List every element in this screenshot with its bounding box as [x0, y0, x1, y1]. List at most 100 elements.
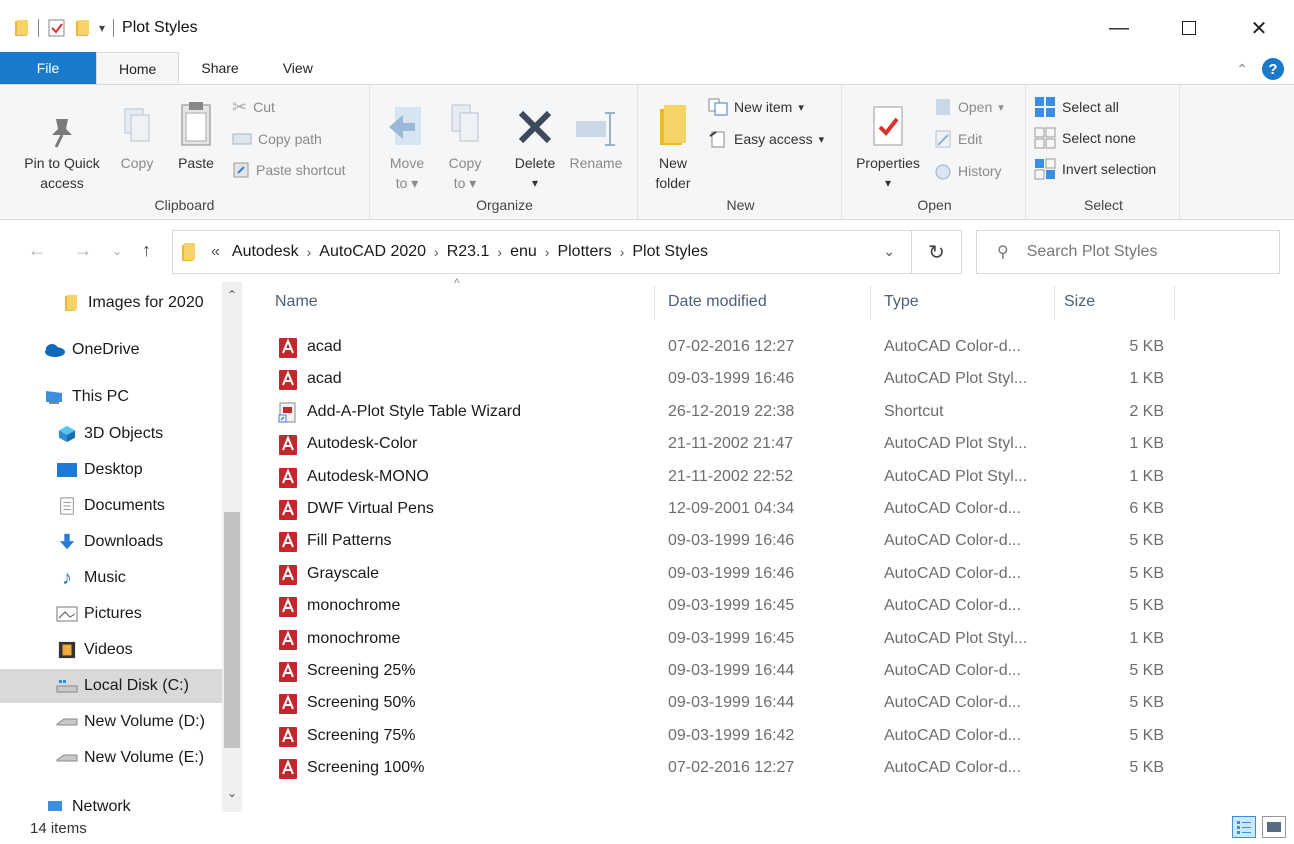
pin-to-quick-access-button[interactable]: Pin to Quick access: [14, 93, 110, 193]
column-header-size[interactable]: Size: [1064, 282, 1164, 322]
sidebar-item-images-for-2020[interactable]: Images for 2020: [0, 286, 222, 320]
recent-locations-button[interactable]: ⌄: [112, 244, 122, 258]
history-button[interactable]: History: [934, 159, 1002, 183]
search-box[interactable]: ⚲ Search Plot Styles: [976, 230, 1280, 274]
rename-button[interactable]: Rename: [566, 93, 626, 173]
maximize-button[interactable]: [1154, 0, 1224, 56]
close-button[interactable]: ✕: [1224, 0, 1294, 56]
table-row[interactable]: Autodesk-MONO 21-11-2002 22:52 AutoCAD Plo…: [262, 462, 1262, 494]
easy-access-button[interactable]: Easy access ▾: [708, 127, 824, 151]
table-row[interactable]: monochrome 09-03-1999 16:45 AutoCAD Plot S…: [262, 624, 1262, 656]
breadcrumb-autocad-2020[interactable]: AutoCAD 2020: [319, 243, 426, 261]
column-divider[interactable]: [1054, 286, 1055, 320]
breadcrumb-plot-styles[interactable]: Plot Styles: [632, 243, 708, 261]
column-divider[interactable]: [654, 286, 655, 320]
cut-button[interactable]: ✂ Cut: [232, 95, 275, 119]
properties-button[interactable]: Properties ▾: [848, 93, 928, 193]
table-row[interactable]: acad 09-03-1999 16:46 AutoCAD Plot Styl...…: [262, 364, 1262, 396]
table-row[interactable]: Grayscale 09-03-1999 16:46 AutoCAD Color-d…: [262, 559, 1262, 591]
breadcrumb-enu[interactable]: enu: [510, 243, 537, 261]
sidebar-item-new-volume-e[interactable]: New Volume (E:): [0, 741, 222, 775]
breadcrumb-plotters[interactable]: Plotters: [557, 243, 611, 261]
details-view-button[interactable]: [1232, 816, 1256, 838]
breadcrumb-r23-1[interactable]: R23.1: [447, 243, 490, 261]
sidebar-item-network[interactable]: Network: [0, 790, 222, 812]
address-dropdown-icon[interactable]: ⌄: [883, 243, 895, 260]
forward-button[interactable]: →: [74, 240, 92, 261]
history-icon: [935, 164, 951, 180]
scroll-up-icon[interactable]: ⌃: [222, 288, 242, 302]
customize-qat-icon[interactable]: ▾: [99, 21, 105, 35]
move-to-button[interactable]: Move to ▾: [382, 93, 432, 193]
chevron-right-icon[interactable]: ›: [545, 244, 550, 260]
copy-path-button[interactable]: Copy path: [232, 127, 322, 151]
sidebar-item-documents[interactable]: Documents: [0, 489, 222, 523]
sidebar-item-music[interactable]: ♪ Music: [0, 561, 222, 595]
table-row[interactable]: Autodesk-Color 21-11-2002 21:47 AutoCAD Pl…: [262, 429, 1262, 461]
help-icon[interactable]: ?: [1262, 58, 1284, 80]
chevron-right-icon[interactable]: ›: [307, 244, 312, 260]
new-folder-qat-icon[interactable]: [75, 19, 91, 37]
column-divider[interactable]: [1174, 286, 1175, 320]
sidebar-item-downloads[interactable]: Downloads: [0, 525, 222, 559]
table-row[interactable]: monochrome 09-03-1999 16:45 AutoCAD Color-…: [262, 591, 1262, 623]
collapse-ribbon-icon[interactable]: ⌃: [1236, 61, 1248, 78]
sidebar-item-onedrive[interactable]: OneDrive: [0, 333, 222, 367]
large-icons-view-button[interactable]: [1262, 816, 1286, 838]
sidebar-item-this-pc[interactable]: This PC: [0, 380, 222, 414]
table-row[interactable]: Screening 100% 07-02-2016 12:27 AutoCAD Co…: [262, 753, 1262, 785]
sidebar-item-3d-objects[interactable]: 3D Objects: [0, 417, 222, 451]
address-bar[interactable]: « Autodesk › AutoCAD 2020 › R23.1 › enu …: [172, 230, 962, 274]
sidebar-item-pictures[interactable]: Pictures: [0, 597, 222, 631]
search-input[interactable]: Search Plot Styles: [1027, 243, 1158, 261]
sidebar-scrollbar[interactable]: ⌃ ⌄: [222, 282, 242, 812]
tab-share[interactable]: Share: [179, 52, 260, 84]
select-all-button[interactable]: Select all: [1034, 95, 1119, 119]
chevron-right-icon[interactable]: ›: [497, 244, 502, 260]
sidebar-item-videos[interactable]: Videos: [0, 633, 222, 667]
select-none-button[interactable]: Select none: [1034, 126, 1136, 150]
table-row[interactable]: Add-A-Plot Style Table Wizard 26-12-2019 …: [262, 397, 1262, 429]
delete-button[interactable]: Delete ▾: [508, 93, 562, 193]
scrollbar-thumb[interactable]: [224, 512, 240, 748]
sidebar-item-label: 3D Objects: [84, 425, 164, 442]
refresh-button[interactable]: ↻: [911, 231, 961, 273]
paste-shortcut-button[interactable]: Paste shortcut: [232, 158, 346, 182]
breadcrumb-overflow[interactable]: «: [211, 243, 220, 261]
column-divider[interactable]: [870, 286, 871, 320]
delete-dropdown-icon[interactable]: ▾: [532, 173, 538, 193]
copy-to-button[interactable]: Copy to ▾: [442, 93, 488, 193]
open-button[interactable]: Open ▾: [934, 95, 1004, 119]
column-header-name[interactable]: Name: [262, 282, 652, 322]
column-header-date[interactable]: Date modified: [668, 282, 868, 322]
table-row[interactable]: Screening 50% 09-03-1999 16:44 AutoCAD Col…: [262, 688, 1262, 720]
sidebar-item-desktop[interactable]: Desktop: [0, 453, 222, 487]
properties-dropdown-icon[interactable]: ▾: [885, 173, 891, 193]
invert-selection-button[interactable]: Invert selection: [1034, 157, 1156, 181]
table-row[interactable]: acad 07-02-2016 12:27 AutoCAD Color-d... 5 …: [262, 332, 1262, 364]
table-row[interactable]: Screening 25% 09-03-1999 16:44 AutoCAD Col…: [262, 656, 1262, 688]
paste-button[interactable]: Paste: [170, 93, 222, 173]
new-item-button[interactable]: New item ▾: [708, 95, 804, 119]
copy-button[interactable]: Copy: [114, 93, 160, 173]
edit-button[interactable]: Edit: [934, 127, 982, 151]
tab-home[interactable]: Home: [96, 52, 180, 84]
table-row[interactable]: Fill Patterns 09-03-1999 16:46 AutoCAD Col…: [262, 526, 1262, 558]
new-folder-button[interactable]: New folder: [648, 93, 698, 193]
table-row[interactable]: Screening 75% 09-03-1999 16:42 AutoCAD Col…: [262, 721, 1262, 753]
sidebar-item-local-disk-c[interactable]: Local Disk (C:): [0, 669, 222, 703]
properties-qat-icon[interactable]: [47, 18, 67, 38]
scroll-down-icon[interactable]: ⌄: [222, 786, 242, 800]
table-row[interactable]: DWF Virtual Pens 12-09-2001 04:34 AutoCAD …: [262, 494, 1262, 526]
column-header-type[interactable]: Type: [884, 282, 1044, 322]
minimize-button[interactable]: —: [1084, 0, 1154, 56]
chevron-right-icon[interactable]: ›: [620, 244, 625, 260]
up-button[interactable]: ↑: [142, 240, 151, 261]
autocad-icon: [279, 467, 297, 488]
sidebar-item-new-volume-d[interactable]: New Volume (D:): [0, 705, 222, 739]
breadcrumb-autodesk[interactable]: Autodesk: [232, 243, 299, 261]
chevron-right-icon[interactable]: ›: [434, 244, 439, 260]
back-button[interactable]: ←: [28, 240, 46, 261]
tab-file[interactable]: File: [0, 52, 96, 84]
tab-view[interactable]: View: [261, 52, 335, 84]
